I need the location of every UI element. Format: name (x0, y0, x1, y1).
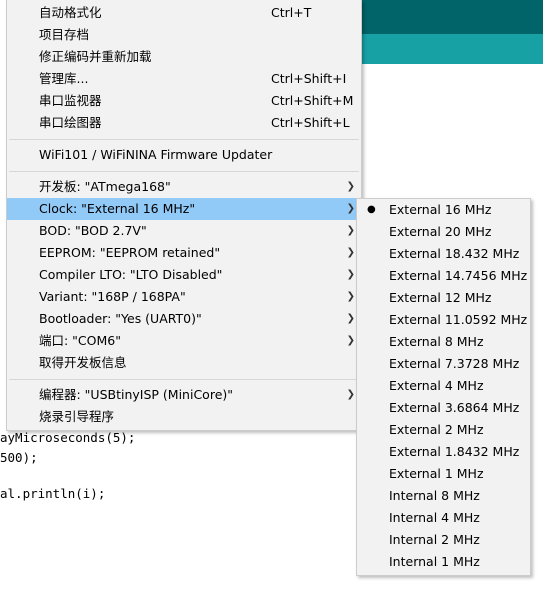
clock-option-label: Internal 4 MHz (389, 510, 480, 525)
menu-item-firmware-updater[interactable]: WiFi101 / WiFiNINA Firmware Updater (7, 144, 361, 166)
clock-option-label: External 8 MHz (389, 334, 484, 349)
menu-item-bod[interactable]: BOD: "BOD 2.7V" ❯ (7, 220, 361, 242)
menu-item-shortcut: Ctrl+Shift+L (271, 115, 350, 130)
chevron-right-icon: ❯ (346, 389, 355, 400)
menu-item-clock[interactable]: Clock: "External 16 MHz" ❯ (7, 198, 361, 220)
clock-option-label: External 7.3728 MHz (389, 356, 520, 371)
clock-option-label: External 20 MHz (389, 224, 492, 239)
clock-option-label: External 12 MHz (389, 290, 492, 305)
menu-separator (9, 171, 359, 172)
menu-separator (9, 379, 359, 380)
clock-option[interactable]: External 7.3728 MHz (357, 353, 530, 375)
menu-item-label: WiFi101 / WiFiNINA Firmware Updater (39, 147, 273, 162)
clock-option[interactable]: External 11.0592 MHz (357, 309, 530, 331)
clock-option[interactable]: Internal 2 MHz (357, 529, 530, 551)
menu-item-label: 取得开发板信息 (39, 355, 127, 370)
menu-item-burn-bootloader[interactable]: 烧录引导程序 (7, 406, 361, 428)
clock-option-label: External 18.432 MHz (389, 246, 520, 261)
chevron-right-icon: ❯ (346, 225, 355, 236)
menu-item-label: EEPROM: "EEPROM retained" (39, 245, 221, 260)
menu-item-label: 自动格式化 (39, 5, 102, 20)
menu-item-label: 编程器: "USBtinyISP (MiniCore)" (39, 387, 234, 402)
menu-item-board-info[interactable]: 取得开发板信息 (7, 352, 361, 374)
menu-item-label: 修正编码并重新加载 (39, 49, 152, 64)
clock-option-label: External 4 MHz (389, 378, 484, 393)
menu-item-label: Compiler LTO: "LTO Disabled" (39, 267, 223, 282)
clock-option[interactable]: ● External 16 MHz (357, 199, 530, 221)
menu-item-variant[interactable]: Variant: "168P / 168PA" ❯ (7, 286, 361, 308)
clock-option-label: External 14.7456 MHz (389, 268, 528, 283)
tools-menu: 自动格式化 Ctrl+T 项目存档 修正编码并重新加载 管理库... Ctrl+… (6, 0, 362, 431)
code-line[interactable]: 500); (0, 450, 38, 465)
clock-option-label: Internal 2 MHz (389, 532, 480, 547)
ide-title-bar (360, 0, 543, 34)
chevron-right-icon: ❯ (346, 181, 355, 192)
menu-item-shortcut: Ctrl+Shift+I (271, 71, 347, 86)
menu-item-board[interactable]: 开发板: "ATmega168" ❯ (7, 176, 361, 198)
clock-option[interactable]: External 1.8432 MHz (357, 441, 530, 463)
menu-item-port[interactable]: 端口: "COM6" ❯ (7, 330, 361, 352)
menu-item-shortcut: Ctrl+Shift+M (271, 93, 354, 108)
clock-option-label: External 11.0592 MHz (389, 312, 528, 327)
menu-item-label: 管理库... (39, 71, 89, 86)
clock-option[interactable]: Internal 4 MHz (357, 507, 530, 529)
menu-item-fix-encoding[interactable]: 修正编码并重新加载 (7, 46, 361, 68)
chevron-right-icon: ❯ (346, 203, 355, 214)
menu-item-compiler-lto[interactable]: Compiler LTO: "LTO Disabled" ❯ (7, 264, 361, 286)
clock-option[interactable]: External 4 MHz (357, 375, 530, 397)
chevron-right-icon: ❯ (346, 313, 355, 324)
clock-option[interactable]: External 18.432 MHz (357, 243, 530, 265)
menu-item-label: BOD: "BOD 2.7V" (39, 223, 147, 238)
clock-option[interactable]: External 2 MHz (357, 419, 530, 441)
menu-item-serial-monitor[interactable]: 串口监视器 Ctrl+Shift+M (7, 90, 361, 112)
menu-item-label: 端口: "COM6" (39, 333, 121, 348)
menu-separator (9, 139, 359, 140)
code-line[interactable]: al.println(i); (0, 486, 105, 501)
clock-option[interactable]: External 12 MHz (357, 287, 530, 309)
menu-item-label: Clock: "External 16 MHz" (39, 201, 196, 216)
menu-item-bootloader[interactable]: Bootloader: "Yes (UART0)" ❯ (7, 308, 361, 330)
menu-item-eeprom[interactable]: EEPROM: "EEPROM retained" ❯ (7, 242, 361, 264)
clock-option[interactable]: External 8 MHz (357, 331, 530, 353)
menu-item-label: 串口绘图器 (39, 115, 102, 130)
menu-item-label: 串口监视器 (39, 93, 102, 108)
clock-option-label: External 1 MHz (389, 466, 484, 481)
chevron-right-icon: ❯ (346, 269, 355, 280)
clock-submenu: ● External 16 MHz External 20 MHz Extern… (356, 198, 531, 576)
menu-item-archive-sketch[interactable]: 项目存档 (7, 24, 361, 46)
menu-item-label: 烧录引导程序 (39, 409, 115, 424)
code-line[interactable]: ayMicroseconds(5); (0, 430, 135, 445)
clock-option-label: External 16 MHz (389, 202, 492, 217)
clock-option-label: External 1.8432 MHz (389, 444, 520, 459)
clock-option-label: Internal 8 MHz (389, 488, 480, 503)
clock-option-label: Internal 1 MHz (389, 554, 480, 569)
menu-item-label: Bootloader: "Yes (UART0)" (39, 311, 202, 326)
menu-item-serial-plotter[interactable]: 串口绘图器 Ctrl+Shift+L (7, 112, 361, 134)
chevron-right-icon: ❯ (346, 335, 355, 346)
clock-option[interactable]: External 3.6864 MHz (357, 397, 530, 419)
clock-option[interactable]: External 14.7456 MHz (357, 265, 530, 287)
menu-item-programmer[interactable]: 编程器: "USBtinyISP (MiniCore)" ❯ (7, 384, 361, 406)
ide-toolbar (360, 34, 543, 64)
clock-option[interactable]: External 1 MHz (357, 463, 530, 485)
menu-item-shortcut: Ctrl+T (271, 5, 312, 20)
chevron-right-icon: ❯ (346, 247, 355, 258)
menu-item-label: Variant: "168P / 168PA" (39, 289, 186, 304)
clock-option-label: External 3.6864 MHz (389, 400, 520, 415)
clock-option[interactable]: External 20 MHz (357, 221, 530, 243)
clock-option[interactable]: Internal 1 MHz (357, 551, 530, 573)
clock-option-label: External 2 MHz (389, 422, 484, 437)
menu-item-label: 项目存档 (39, 27, 90, 42)
menu-item-manage-libraries[interactable]: 管理库... Ctrl+Shift+I (7, 68, 361, 90)
clock-option[interactable]: Internal 8 MHz (357, 485, 530, 507)
chevron-right-icon: ❯ (346, 291, 355, 302)
radio-bullet-icon: ● (367, 204, 376, 215)
menu-item-label: 开发板: "ATmega168" (39, 179, 171, 194)
menu-item-auto-format[interactable]: 自动格式化 Ctrl+T (7, 2, 361, 24)
